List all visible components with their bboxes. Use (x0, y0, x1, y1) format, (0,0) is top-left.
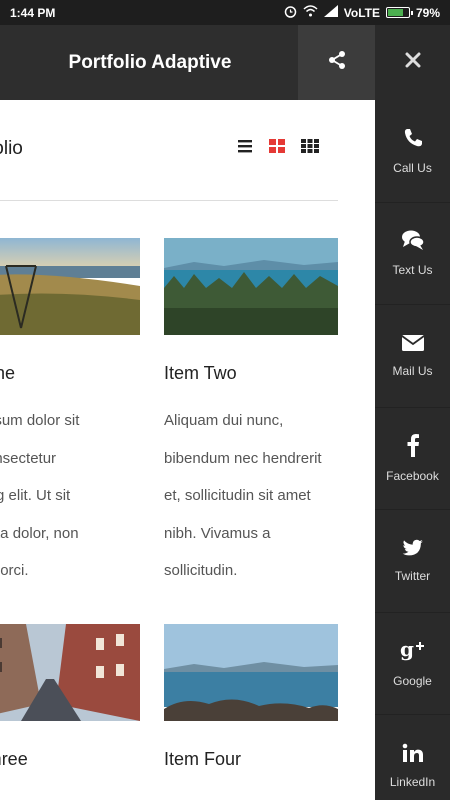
sidebar-item-linkedin[interactable]: LinkedIn (375, 715, 450, 800)
mail-icon (400, 334, 425, 352)
sidebar-item-label: LinkedIn (389, 774, 436, 789)
facebook-icon (406, 433, 420, 458)
card-title[interactable]: n One (0, 363, 140, 384)
status-time: 1:44 PM (10, 5, 56, 20)
google-plus-icon: g (400, 638, 426, 662)
card-text: m ipsum dolor sit (0, 788, 140, 800)
view-toggles (237, 138, 319, 159)
signal-icon (323, 5, 338, 20)
card-title[interactable]: Item Two (164, 363, 338, 384)
chat-icon (401, 229, 425, 251)
alarm-icon (284, 5, 297, 21)
close-icon (405, 52, 421, 73)
battery-percent: 79% (415, 5, 440, 20)
card-image-city-street[interactable] (0, 624, 140, 721)
share-icon (327, 50, 347, 75)
grid-2-view-icon[interactable] (269, 138, 285, 159)
sidebar-item-text-us[interactable]: Text Us (375, 203, 450, 305)
sidebar-item-call-us[interactable]: Call Us (375, 100, 450, 203)
sidebar-item-facebook[interactable]: Facebook (375, 408, 450, 510)
battery-icon (385, 7, 413, 18)
card-title[interactable]: n Three (0, 749, 140, 770)
sidebar-item-label: Mail Us (392, 363, 433, 378)
card-text: Aliquam dui nunc, bibendum nec hendrerit… (164, 412, 322, 579)
wifi-icon (303, 5, 318, 20)
battery-level-fill (387, 9, 404, 16)
section-title: folio (0, 138, 23, 159)
status-icons: VoLTE 79% (284, 5, 440, 21)
card-image-lake-forest[interactable] (164, 238, 338, 335)
sidebar-item-google[interactable]: g Google (375, 613, 450, 715)
sidebar-item-label: Facebook (386, 469, 439, 484)
card-text: Lorem ipsum dolor sit (164, 788, 338, 800)
share-button[interactable] (298, 25, 375, 100)
list-view-icon[interactable] (237, 138, 253, 159)
portfolio-card[interactable]: Item Two Aliquam dui nunc, bibendum nec … (164, 238, 338, 590)
phone-icon (402, 127, 424, 149)
close-button[interactable] (375, 25, 450, 100)
portfolio-card[interactable]: n Three m ipsum dolor sit (0, 624, 140, 800)
twitter-icon (402, 539, 424, 557)
svg-text:g: g (400, 638, 414, 661)
card-title[interactable]: Item Four (164, 749, 338, 770)
sidebar-item-label: Text Us (392, 263, 433, 278)
share-sidebar: Call Us Text Us Mail Us Facebook Twitter… (375, 100, 450, 800)
card-text: m ipsum dolor sit t, consectetur iscing … (0, 412, 80, 579)
card-image-sea-rocks[interactable] (164, 624, 338, 721)
card-image-coast-swing[interactable] (0, 238, 140, 335)
portfolio-card[interactable]: n One m ipsum dolor sit t, consectetur i… (0, 238, 140, 590)
divider (0, 200, 338, 201)
portfolio-card[interactable]: Item Four Lorem ipsum dolor sit (164, 624, 338, 800)
network-label: VoLTE (343, 5, 380, 20)
portfolio-content[interactable]: folio n One m ipsum dolor sit t, consect… (0, 100, 375, 800)
sidebar-item-label: Call Us (393, 160, 432, 175)
app-bar: Portfolio Adaptive (0, 25, 450, 100)
page-title: Portfolio Adaptive (68, 52, 232, 73)
grid-3-view-icon[interactable] (301, 138, 319, 159)
sidebar-item-mail-us[interactable]: Mail Us (375, 305, 450, 408)
status-bar: 1:44 PM VoLTE 79% (0, 0, 450, 25)
sidebar-item-label: Google (393, 674, 432, 689)
sidebar-item-label: Twitter (394, 568, 431, 583)
sidebar-item-twitter[interactable]: Twitter (375, 510, 450, 613)
linkedin-icon (402, 743, 424, 763)
